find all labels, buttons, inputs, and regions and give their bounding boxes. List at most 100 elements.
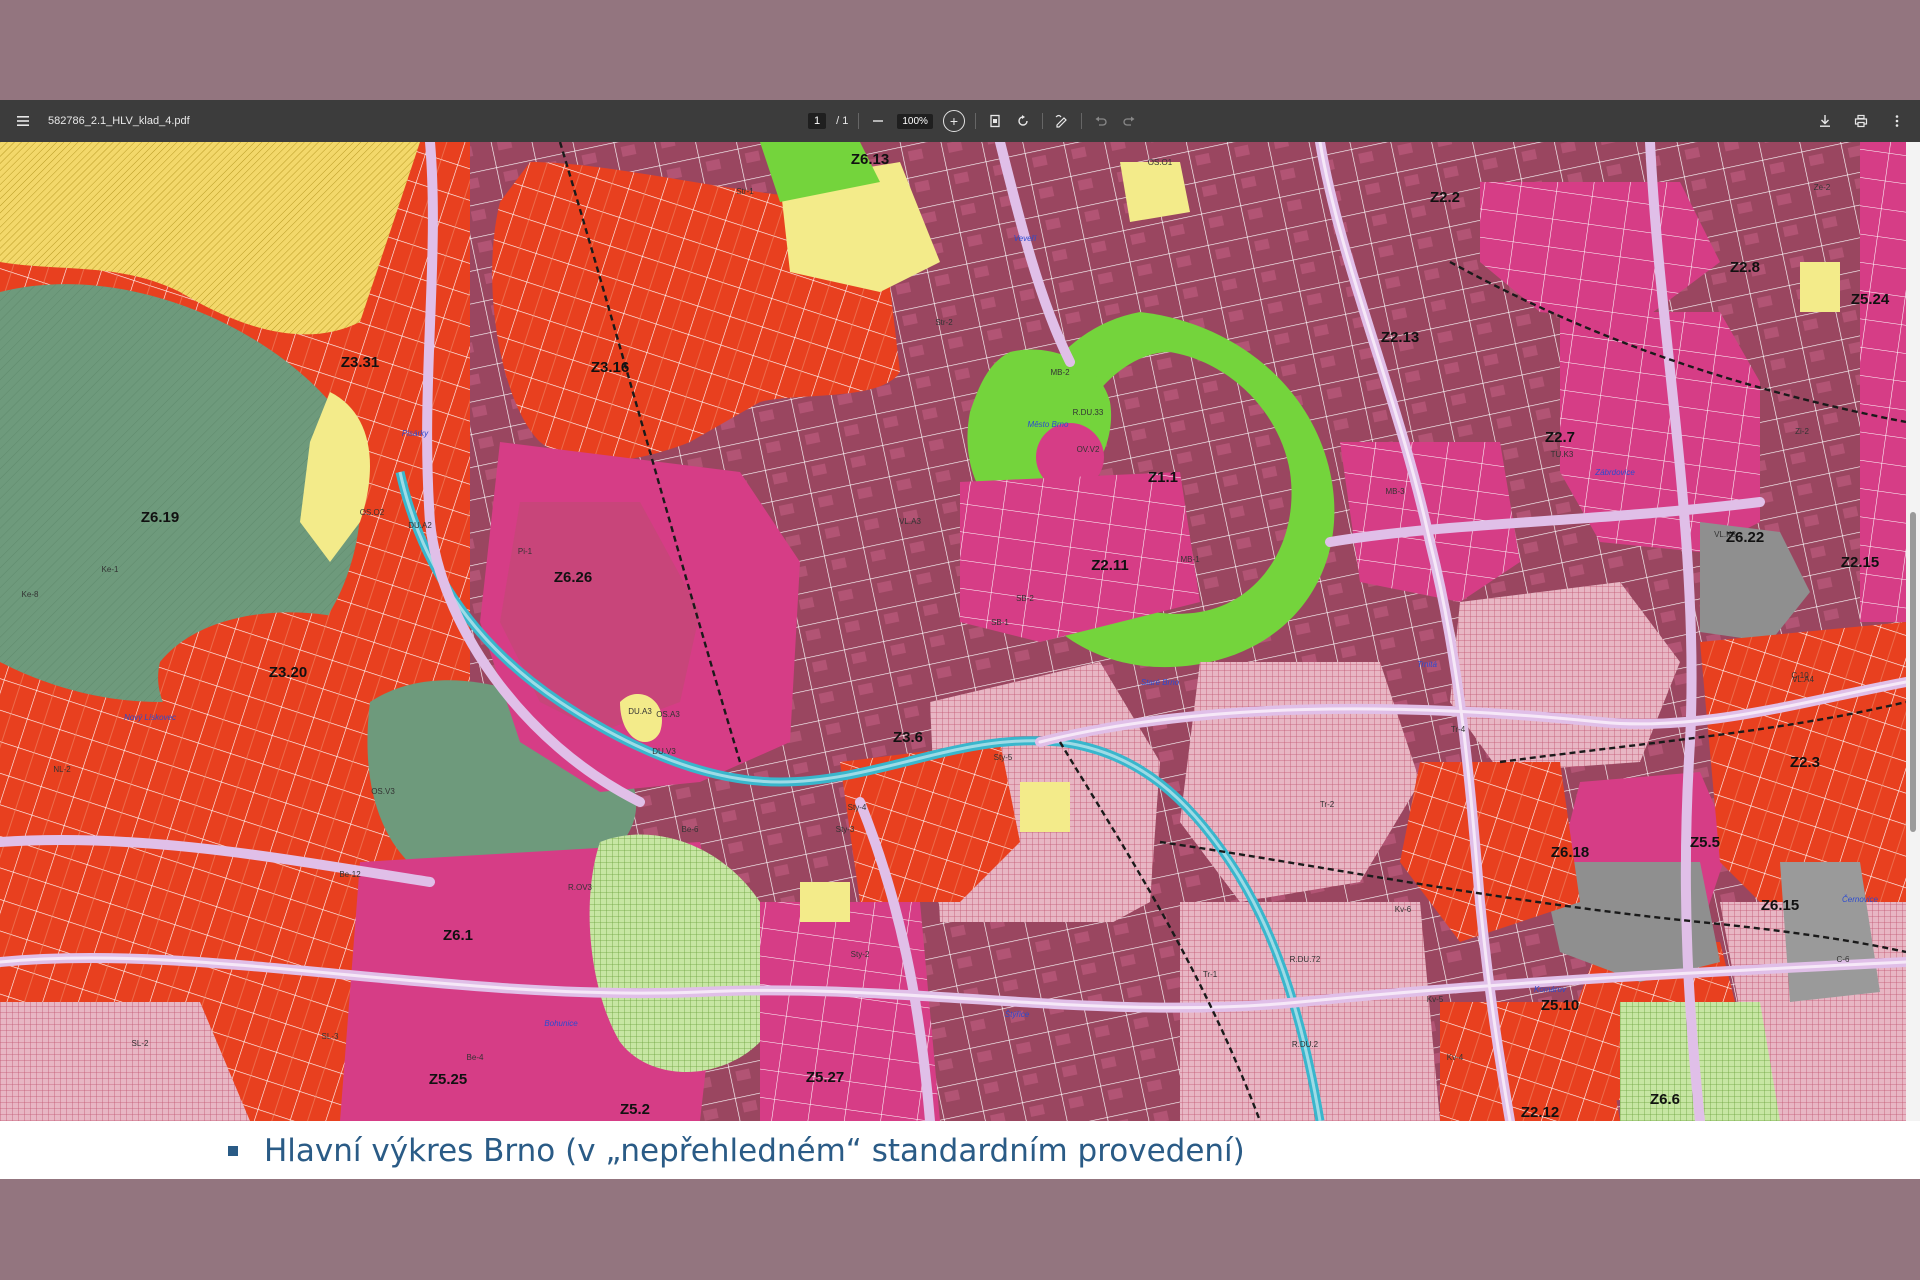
zone-label: Z2.15 [1841,554,1879,571]
land-use-code-label: DU.V3 [652,747,676,756]
zone-label: Z3.31 [341,354,379,371]
land-use-code-label: Zi-2 [1795,427,1809,436]
toolbar-center: 1 / 1 100% + [808,100,1138,142]
land-use-code-label: R.DU.72 [1290,955,1321,964]
divider [1080,113,1082,129]
land-use-code-label: NL-2 [53,765,71,774]
zone-label: Z5.2 [620,1101,650,1118]
land-use-code-label: OS.O2 [360,508,385,517]
zoom-in-icon[interactable]: + [942,110,965,132]
land-use-code-label: Tr-4 [1451,725,1466,734]
land-use-code-label: SL-2 [132,1039,149,1048]
fit-page-icon[interactable] [986,112,1004,130]
land-use-code-label: R.DU.2 [1292,1040,1319,1049]
district-label: Bohunice [544,1019,578,1028]
land-use-code-label: R.DU.33 [1073,408,1104,417]
more-icon[interactable] [1888,112,1906,130]
land-use-code-label: Ke-8 [22,590,39,599]
page-number-input[interactable]: 1 [808,113,827,129]
menu-icon[interactable] [14,112,32,130]
land-use-code-label: DU.A3 [628,707,652,716]
district-label: Veveří [1014,234,1038,243]
land-use-code-label: VL.A3 [899,517,921,526]
zone-label: Z3.16 [591,359,629,376]
district-label: Štýřice [1005,1010,1030,1019]
land-use-code-label: Tr-1 [1203,970,1218,979]
zone-label: Z5.24 [1851,291,1890,308]
land-use-code-label: Kv-4 [1447,1053,1464,1062]
district-label: Komárov [1534,985,1567,994]
zone-label: Z2.7 [1545,429,1575,446]
district-label: Zábrdovice [1594,468,1635,477]
download-icon[interactable] [1816,112,1834,130]
toolbar-left: 582786_2.1_HLV_klad_4.pdf [14,100,190,142]
land-use-code-label: C-6 [1837,955,1850,964]
land-use-code-label: Sty-3 [836,825,855,834]
zone-label: Z5.27 [806,1069,844,1086]
zone-label: Z6.1 [443,927,473,944]
land-use-code-label: Str-1 [736,187,754,196]
zone-label: Z6.18 [1551,844,1589,861]
zone-label: Z6.13 [851,151,889,168]
land-use-code-label: OV.V2 [1077,445,1100,454]
land-use-code-label: SL-3 [322,1032,339,1041]
land-use-code-label: Pi-1 [518,547,533,556]
land-use-code-label: SB-1 [991,618,1009,627]
land-use-code-label: Be-6 [682,825,699,834]
redo-icon[interactable] [1120,112,1138,130]
land-use-code-label: DU.A2 [408,521,432,530]
land-use-code-label: MB-1 [1180,555,1200,564]
zone-label: Z5.25 [429,1071,467,1088]
land-use-code-label: OS.O1 [1148,158,1173,167]
divider [1041,113,1043,129]
land-use-code-label: Sty-5 [994,753,1013,762]
zone-label: Z2.11 [1091,557,1129,574]
slide: 582786_2.1_HLV_klad_4.pdf 1 / 1 100% + Z… [0,100,1920,1179]
land-use-code-label: Be-12 [339,870,361,879]
undo-icon[interactable] [1092,112,1110,130]
zone-label: Z1.1 [1148,469,1178,486]
file-name: 582786_2.1_HLV_klad_4.pdf [48,115,190,127]
toolbar-right [1816,100,1906,142]
divider [858,113,860,129]
zoom-out-icon[interactable] [869,112,887,130]
land-use-code-label: MB-2 [1050,368,1070,377]
land-use-code-label: TU.K3 [1551,450,1574,459]
district-label: Město Brno [1028,420,1069,429]
bullet-icon [228,1146,238,1156]
zone-label: Z6.19 [141,509,179,526]
zoom-level-input[interactable]: 100% [897,113,933,129]
pdf-viewer-toolbar: 582786_2.1_HLV_klad_4.pdf 1 / 1 100% + [0,100,1920,142]
vertical-scrollbar[interactable] [1906,142,1920,1121]
slide-caption: Hlavní výkres Brno (v „nepřehledném“ sta… [228,1126,1245,1176]
land-use-code-label: VL.K3 [1714,530,1736,539]
land-use-code-label: Sty-4 [848,803,867,812]
annotate-icon[interactable] [1053,112,1071,130]
land-use-code-label: OS.V3 [371,787,395,796]
land-use-code-label: SB-2 [1016,594,1034,603]
zone-label: Z6.26 [554,569,592,586]
district-label: Nový Lískovec [124,713,176,722]
map-canvas: Z6.13 Z2.2 Z2.8 Z5.24 Z3.31 Z3.16 Z2.13 Z6.19 Z2… [0,142,1906,1121]
zone-label: Z2.13 [1381,329,1419,346]
land-use-code-label: OS.A3 [656,710,680,719]
land-use-code-label: Tr-2 [1320,800,1335,809]
zone-label: Z5.10 [1541,997,1579,1014]
scrollbar-thumb[interactable] [1910,512,1916,832]
land-use-code-label: VL.A4 [1792,675,1814,684]
district-label: Staré Brno [1141,678,1180,687]
zone-label: Z2.8 [1730,259,1760,276]
zone-label: Z3.20 [269,664,307,681]
land-use-code-label: R.OV3 [568,883,593,892]
print-icon[interactable] [1852,112,1870,130]
land-use-code-label: MB-3 [1385,487,1405,496]
land-use-map[interactable]: Z6.13 Z2.2 Z2.8 Z5.24 Z3.31 Z3.16 Z2.13 Z6.19 Z2… [0,142,1906,1121]
zone-label: Z3.6 [893,729,923,746]
rotate-icon[interactable] [1014,112,1032,130]
land-use-code-label: Ke-1 [102,565,119,574]
zone-label: Z2.12 [1521,1104,1559,1121]
land-use-code-label: Str-2 [935,318,953,327]
zone-label: Z6.6 [1650,1091,1680,1108]
zone-label: Z2.3 [1790,754,1820,771]
district-label: Trnitá [1417,660,1437,669]
